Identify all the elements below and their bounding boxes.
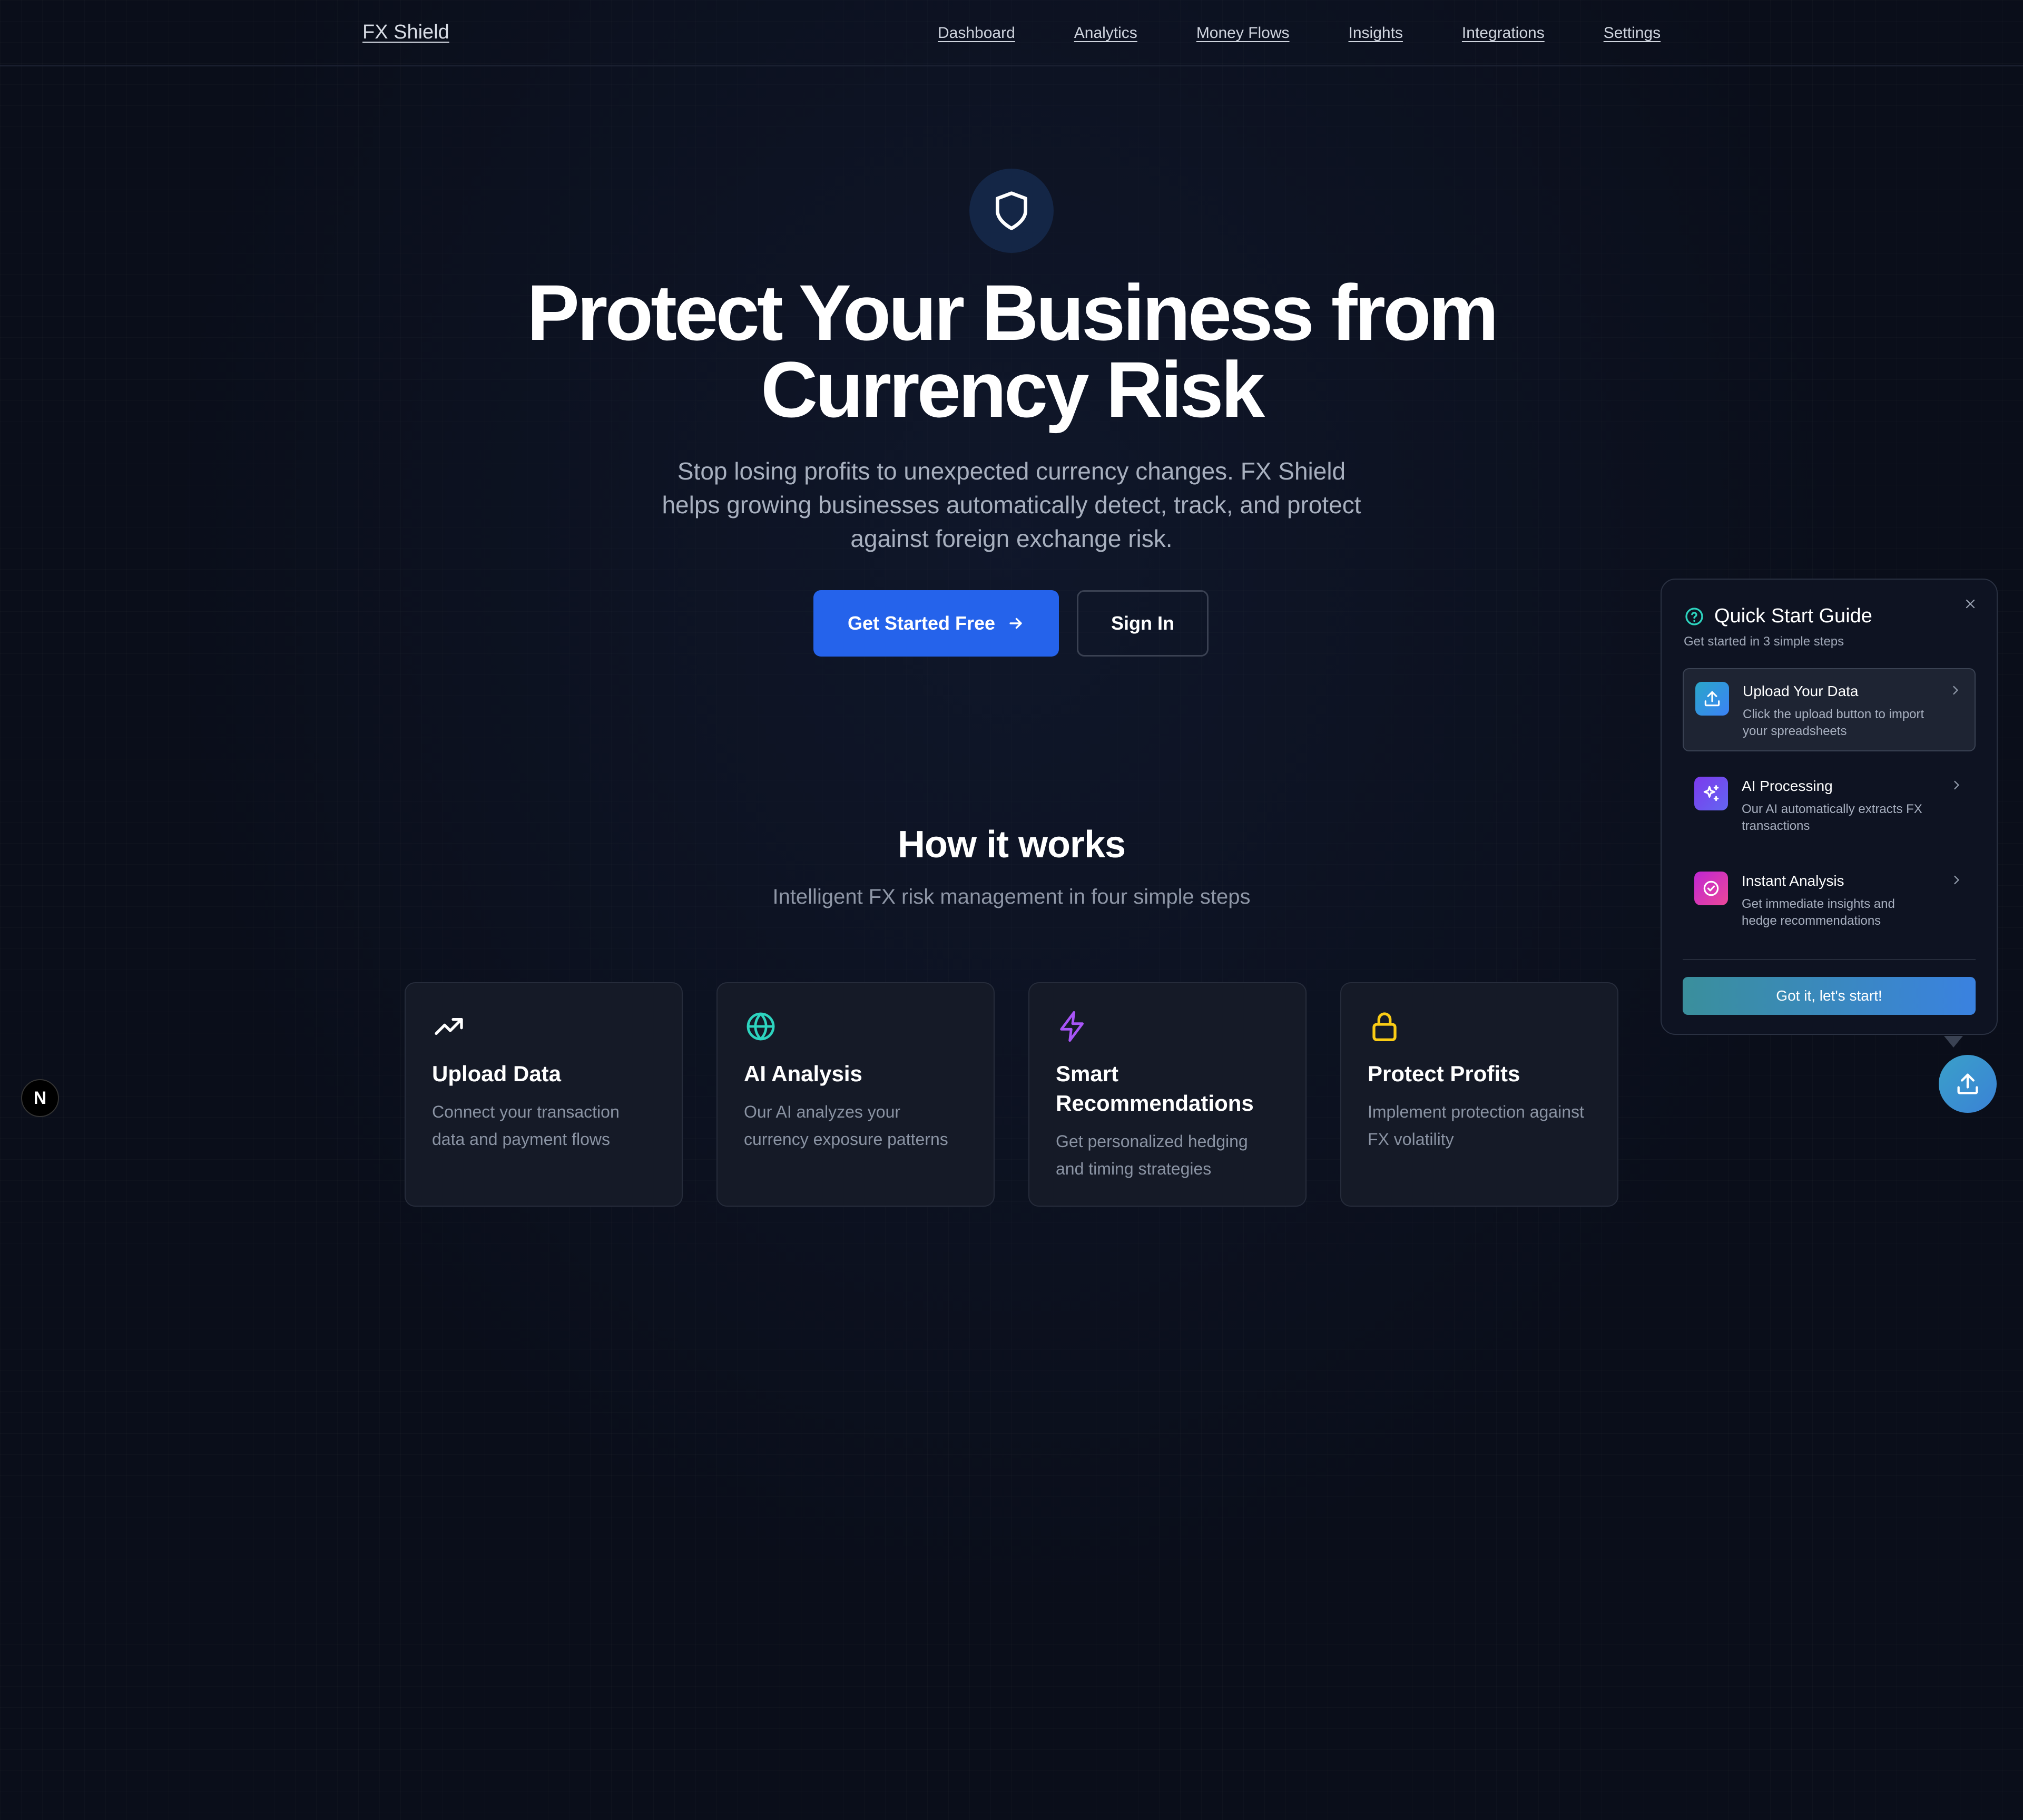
nav-links: Dashboard Analytics Money Flows Insights… [938, 24, 1661, 42]
quick-start-panel: Quick Start Guide Get started in 3 simpl… [1661, 579, 1998, 1035]
quick-start-subtitle: Get started in 3 simple steps [1684, 634, 1844, 649]
quick-start-step-upload[interactable]: Upload Your Data Click the upload button… [1683, 668, 1976, 751]
nav-link-integrations[interactable]: Integrations [1462, 24, 1545, 42]
trending-up-icon [435, 1018, 463, 1035]
step-title: Upload Your Data [1743, 683, 1859, 699]
nav-link-settings[interactable]: Settings [1604, 24, 1661, 42]
feature-card-ai-analysis: AI Analysis Our AI analyzes your currenc… [716, 982, 995, 1207]
sign-in-button[interactable]: Sign In [1077, 590, 1209, 657]
shield-icon [996, 191, 1027, 230]
nav-link-dashboard[interactable]: Dashboard [938, 24, 1015, 42]
get-started-button[interactable]: Get Started Free [813, 590, 1059, 657]
chevron-right-icon [1954, 875, 1959, 885]
globe-icon [747, 1012, 775, 1041]
feature-card-smart-recommendations: Smart Recommendations Get personalized h… [1028, 982, 1307, 1207]
step-description: Click the upload button to import your s… [1743, 707, 1924, 738]
top-nav: FX Shield Dashboard Analytics Money Flow… [0, 0, 2023, 66]
feature-card-title: AI Analysis [744, 1061, 862, 1086]
feature-card-upload-data: Upload Data Connect your transaction dat… [405, 982, 683, 1207]
divider [1683, 959, 1976, 960]
lock-icon [1372, 1012, 1397, 1041]
lightning-icon [1060, 1011, 1084, 1042]
panel-pointer [1944, 1036, 1963, 1048]
step-description: Our AI automatically extracts FX transac… [1742, 802, 1922, 833]
got-it-button[interactable]: Got it, let's start! [1683, 977, 1976, 1015]
step-description: Get immediate insights and hedge recomme… [1742, 897, 1895, 928]
feature-card-description: Get personalized hedging and timing stra… [1056, 1132, 1248, 1178]
step-title: AI Processing [1742, 778, 1833, 794]
hero-title: Protect Your Business from Currency Risk [527, 268, 1499, 434]
quick-start-title: Quick Start Guide [1714, 605, 1872, 627]
nav-link-analytics[interactable]: Analytics [1074, 24, 1137, 42]
quick-start-step-instant-analysis[interactable]: Instant Analysis Get immediate insights … [1683, 859, 1976, 942]
chevron-right-icon [1953, 686, 1958, 695]
hero-shield-badge [969, 169, 1054, 253]
upload-icon [1695, 682, 1729, 716]
hero-subtitle: Stop losing profits to unexpected curren… [662, 457, 1361, 552]
check-circle-icon [1694, 872, 1728, 905]
brand-logo-link[interactable]: FX Shield [362, 21, 449, 44]
get-started-label: Get Started Free [847, 612, 996, 634]
how-it-works-subtitle: Intelligent FX risk management in four s… [772, 885, 1251, 908]
n-badge-button[interactable]: N [21, 1079, 59, 1117]
feature-card-title: Smart Recommendations [1056, 1061, 1254, 1116]
how-it-works-title: How it works [897, 824, 1126, 866]
feature-card-description: Our AI analyzes your currency exposure p… [744, 1102, 948, 1149]
quick-start-step-ai-processing[interactable]: AI Processing Our AI automatically extra… [1683, 764, 1976, 847]
step-title: Instant Analysis [1742, 873, 1844, 889]
sparkles-icon [1694, 777, 1728, 810]
nav-link-insights[interactable]: Insights [1349, 24, 1403, 42]
quick-start-header: Quick Start Guide [1684, 605, 1872, 628]
feature-card-description: Connect your transaction data and paymen… [432, 1102, 620, 1149]
feature-card-title: Upload Data [432, 1061, 562, 1086]
upload-icon [1957, 1073, 1978, 1094]
help-circle-icon [1685, 607, 1703, 625]
close-icon[interactable] [1961, 594, 1980, 613]
chevron-right-icon [1954, 780, 1959, 790]
feature-card-title: Protect Profits [1368, 1061, 1520, 1086]
feature-card-description: Implement protection against FX volatili… [1368, 1102, 1584, 1149]
arrow-right-icon [1007, 614, 1025, 632]
nav-link-money-flows[interactable]: Money Flows [1196, 24, 1290, 42]
upload-fab-button[interactable] [1939, 1055, 1997, 1113]
feature-card-protect-profits: Protect Profits Implement protection aga… [1340, 982, 1618, 1207]
